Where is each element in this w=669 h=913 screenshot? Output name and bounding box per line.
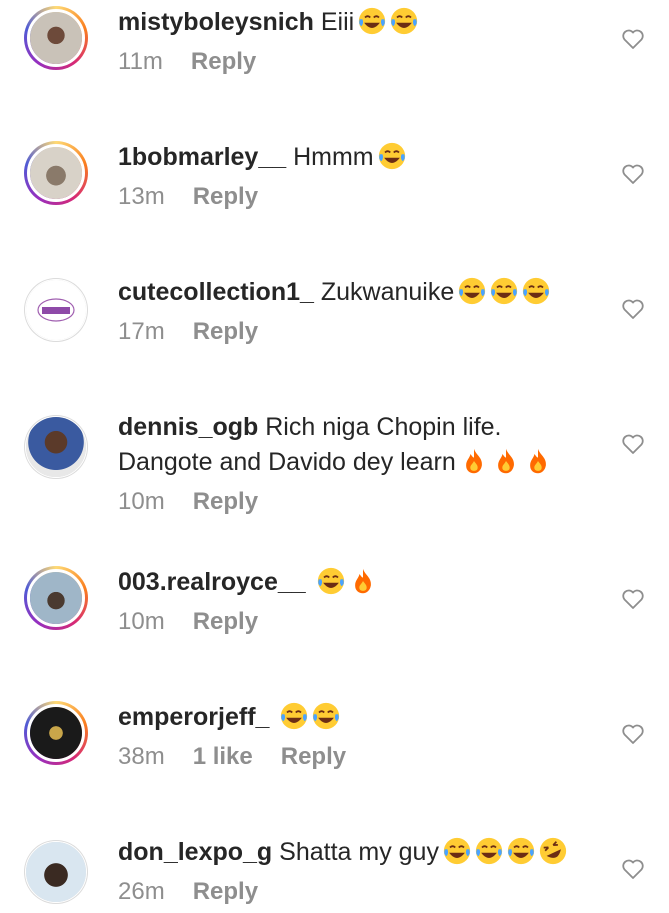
avatar[interactable] <box>24 701 88 765</box>
avatar[interactable] <box>24 566 88 630</box>
comment-text: dennis_ogb Rich niga Chopin life. <box>118 413 502 441</box>
laughing-tears-icon <box>313 702 340 730</box>
laughing-tears-icon <box>507 837 535 865</box>
username[interactable]: dennis_ogb <box>118 413 258 441</box>
comment-meta: 38m 1 like Reply <box>118 742 599 772</box>
laughing-tears-icon <box>475 837 503 865</box>
comment-text: emperorjeff_ <box>118 700 599 735</box>
comment-text: cutecollection1_ Zukwanuike <box>118 275 599 310</box>
username[interactable]: emperorjeff_ <box>118 703 269 731</box>
comment-meta: 17m Reply <box>118 317 599 347</box>
likes-count[interactable]: 1 like <box>193 743 253 770</box>
username[interactable]: mistyboleysnich <box>118 8 314 36</box>
laughing-tears-icon <box>523 277 550 305</box>
laughing-tears-icon <box>459 277 486 305</box>
laughing-tears-icon <box>317 567 344 595</box>
comment-meta: 10m Reply <box>118 487 599 517</box>
laughing-tears-icon <box>491 277 518 305</box>
reply-button[interactable]: Reply <box>281 743 346 770</box>
reply-button[interactable]: Reply <box>193 488 258 515</box>
comment-text: 003.realroyce__ <box>118 565 599 600</box>
heart-outline-icon[interactable] <box>621 587 645 611</box>
username[interactable]: 1bobmarley__ <box>118 143 286 171</box>
laughing-tears-icon <box>378 142 405 170</box>
fire-icon <box>529 448 546 474</box>
heart-outline-icon[interactable] <box>621 297 645 321</box>
timestamp: 10m <box>118 608 165 635</box>
laughing-tears-icon <box>391 7 418 35</box>
comment-meta: 26m Reply <box>118 877 599 907</box>
fire-icon <box>497 448 514 474</box>
reply-button[interactable]: Reply <box>193 183 258 210</box>
comment-text-line-2: Dangote and Davido dey learn <box>118 445 599 480</box>
avatar[interactable] <box>24 278 88 342</box>
laughing-tears-icon <box>359 7 386 35</box>
reply-button[interactable]: Reply <box>193 318 258 345</box>
username[interactable]: 003.realroyce__ <box>118 568 306 596</box>
timestamp: 17m <box>118 318 165 345</box>
comment-meta: 11m Reply <box>118 47 599 77</box>
fire-icon <box>465 448 482 474</box>
laughing-tears-icon <box>281 702 308 730</box>
timestamp: 26m <box>118 878 165 905</box>
comment-meta: 10m Reply <box>118 607 599 637</box>
rolling-laughing-icon <box>539 837 567 865</box>
avatar[interactable] <box>24 6 88 70</box>
timestamp: 38m <box>118 743 165 770</box>
timestamp: 10m <box>118 488 165 515</box>
heart-outline-icon[interactable] <box>621 27 645 51</box>
heart-outline-icon[interactable] <box>621 857 645 881</box>
laughing-tears-icon <box>443 837 471 865</box>
reply-button[interactable]: Reply <box>193 878 258 905</box>
comment-meta: 13m Reply <box>118 182 599 212</box>
timestamp: 13m <box>118 183 165 210</box>
avatar[interactable] <box>24 141 88 205</box>
comment-text: don_lexpo_g Shatta my guy <box>118 835 599 870</box>
username[interactable]: cutecollection1_ <box>118 278 314 306</box>
avatar[interactable] <box>24 415 88 479</box>
avatar[interactable] <box>24 840 88 904</box>
timestamp: 11m <box>118 48 163 75</box>
reply-button[interactable]: Reply <box>191 48 256 75</box>
fire-icon <box>354 568 371 594</box>
heart-outline-icon[interactable] <box>621 432 645 456</box>
reply-button[interactable]: Reply <box>193 608 258 635</box>
heart-outline-icon[interactable] <box>621 162 645 186</box>
username[interactable]: don_lexpo_g <box>118 838 272 866</box>
heart-outline-icon[interactable] <box>621 722 645 746</box>
comment-text: 1bobmarley__ Hmmm <box>118 140 599 175</box>
comment-text: mistyboleysnich Eiii <box>118 5 599 40</box>
